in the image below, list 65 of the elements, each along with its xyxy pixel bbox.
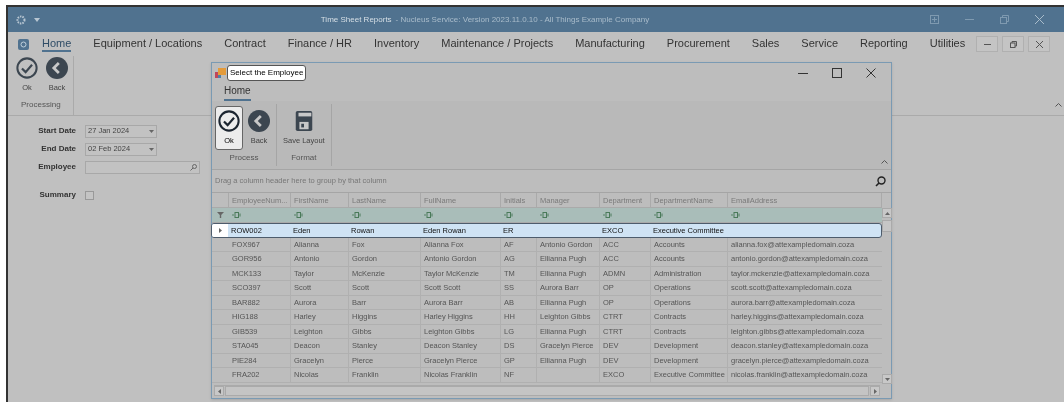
back-icon <box>46 57 68 79</box>
menu-tab[interactable]: Service <box>801 36 839 52</box>
checkbox[interactable] <box>85 190 94 200</box>
filter-operator-icon[interactable] <box>540 212 550 218</box>
filter-operator-icon[interactable] <box>504 212 514 218</box>
horizontal-scrollbar[interactable] <box>225 386 869 396</box>
app-icon[interactable] <box>18 38 29 50</box>
menu-tab[interactable]: Home <box>42 36 72 52</box>
gear-icon[interactable] <box>16 14 26 25</box>
menu-tab[interactable]: Finance / HR <box>287 36 352 52</box>
field-label: Summary <box>38 189 76 201</box>
filter-operator-icon[interactable] <box>654 212 664 218</box>
back-icon <box>248 110 270 132</box>
close-icon <box>1035 40 1043 48</box>
menu-tab[interactable]: Inventory <box>374 36 420 52</box>
menu-tab[interactable]: Contract <box>224 36 266 52</box>
maximize-icon[interactable] <box>832 68 842 78</box>
menu-tab[interactable]: Sales <box>751 36 780 52</box>
window-subtitle: - Nucleus Service: Version 2023.11.0.10 - All Things Example Company <box>395 13 650 26</box>
right-arrow-icon <box>873 388 877 394</box>
check-icon <box>218 110 240 132</box>
collapse-icon[interactable] <box>1055 103 1062 107</box>
filter-operator-icon[interactable] <box>424 212 434 218</box>
dropdown-icon[interactable] <box>149 147 154 151</box>
check-icon <box>16 57 38 79</box>
scroll-thumb[interactable] <box>882 220 892 232</box>
filter-operator-icon[interactable] <box>603 212 613 218</box>
scroll-up-button[interactable] <box>882 208 892 218</box>
search-icon[interactable] <box>875 175 886 187</box>
group-label: Format <box>290 152 318 164</box>
up-arrow-icon <box>884 211 890 215</box>
scroll-right-button[interactable] <box>870 386 880 396</box>
collapse-icon[interactable] <box>881 160 888 164</box>
close-button[interactable] <box>1028 36 1050 52</box>
field-label: Employee <box>37 161 76 173</box>
menu-tab[interactable]: Utilities <box>929 36 966 52</box>
filter-operator-icon[interactable] <box>731 212 741 218</box>
group-label: Processing <box>20 99 62 111</box>
scroll-left-button[interactable] <box>214 386 224 396</box>
app-icon <box>215 68 226 78</box>
row-indicator-icon <box>218 227 222 233</box>
group-label: Process <box>228 152 260 164</box>
window-title: Time Sheet Reports <box>320 13 392 26</box>
restore-button[interactable] <box>1002 36 1024 52</box>
menu-tab[interactable]: Equipment / Locations <box>93 36 203 52</box>
down-arrow-icon <box>884 377 890 381</box>
menu-tab[interactable]: Maintenance / Projects <box>441 36 554 52</box>
search-icon <box>190 163 197 171</box>
filter-operator-icon[interactable] <box>294 212 304 218</box>
search-field[interactable] <box>85 160 200 174</box>
scroll-down-button[interactable] <box>882 374 892 384</box>
dropdown-icon[interactable] <box>149 129 154 133</box>
filter-icon[interactable] <box>217 212 224 218</box>
field-label: Start Date <box>37 125 76 137</box>
menu-tab[interactable]: Procurement <box>666 36 730 52</box>
filter-operator-icon[interactable] <box>232 212 242 218</box>
minimize-icon <box>983 43 991 45</box>
left-arrow-icon <box>217 388 221 394</box>
menu-tab[interactable]: Manufacturing <box>575 36 645 52</box>
field-label: End Date <box>40 143 76 155</box>
filter-operator-icon[interactable] <box>352 212 362 218</box>
caret-icon[interactable] <box>34 17 40 22</box>
menu-tab[interactable]: Reporting <box>860 36 908 52</box>
close-icon[interactable] <box>866 68 876 78</box>
dialog-title: Select the Employee <box>227 65 307 81</box>
